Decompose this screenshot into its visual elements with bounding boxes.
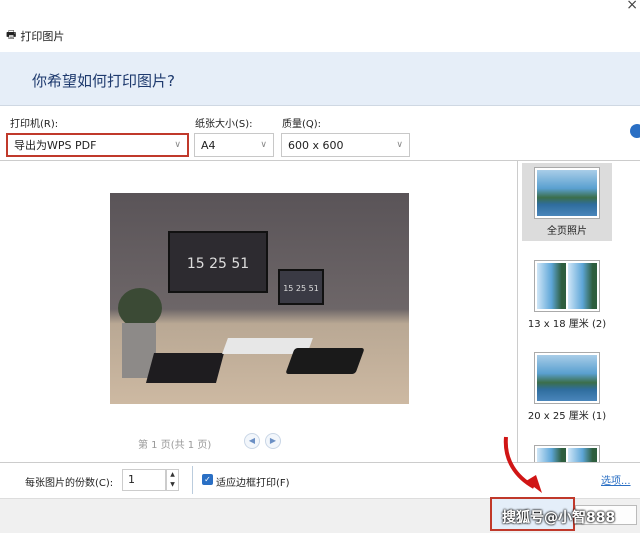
layout-scrollbar[interactable] bbox=[615, 160, 640, 462]
copies-label: 每张图片的份数(C): bbox=[25, 478, 114, 489]
options-link[interactable]: 选项... bbox=[601, 472, 631, 487]
paper-label: 纸张大小(S): bbox=[195, 119, 253, 130]
copies-input[interactable]: 1 bbox=[122, 469, 166, 491]
layout-full-page[interactable]: 全页照片 bbox=[522, 163, 612, 241]
chevron-down-icon: ∨ bbox=[174, 140, 181, 150]
page-indicator: 第 1 页(共 1 页) bbox=[138, 440, 212, 451]
copies-stepper[interactable]: ▲ ▼ bbox=[166, 469, 179, 491]
printer-label: 打印机(R): bbox=[10, 119, 59, 130]
chevron-down-icon: ∨ bbox=[396, 140, 403, 150]
printer-select[interactable]: 导出为WPS PDF ∨ bbox=[6, 133, 189, 157]
window-title: 🖶 打印图片 bbox=[6, 26, 64, 45]
page-title: 你希望如何打印图片? bbox=[32, 72, 175, 90]
fit-label: 适应边框打印(F) bbox=[216, 478, 290, 489]
layout-list: 全页照片 13 x 18 厘米 (2) 20 x 25 厘米 (1) bbox=[517, 160, 615, 463]
help-icon[interactable] bbox=[630, 124, 640, 138]
quality-select[interactable]: 600 x 600 ∨ bbox=[281, 133, 410, 157]
layout-13x18[interactable]: 13 x 18 厘米 (2) bbox=[522, 256, 612, 334]
divider bbox=[192, 466, 193, 494]
prev-page-button[interactable]: ◀ bbox=[244, 433, 260, 449]
header-band: 你希望如何打印图片? bbox=[0, 52, 640, 106]
printer-icon: 🖶 bbox=[6, 28, 17, 41]
preview-image: 15 25 51 15 25 51 bbox=[110, 193, 409, 404]
next-page-button[interactable]: ▶ bbox=[265, 433, 281, 449]
red-arrow-annotation bbox=[503, 436, 542, 493]
layout-20x25[interactable]: 20 x 25 厘米 (1) bbox=[522, 348, 612, 426]
paper-select[interactable]: A4 ∨ bbox=[194, 133, 274, 157]
close-button[interactable]: × bbox=[626, 0, 638, 13]
fit-checkbox[interactable]: ✓ bbox=[202, 474, 213, 485]
watermark: 搜狐号@小智888 bbox=[502, 510, 616, 526]
chevron-down-icon: ∨ bbox=[260, 140, 267, 150]
quality-label: 质量(Q): bbox=[282, 119, 322, 130]
